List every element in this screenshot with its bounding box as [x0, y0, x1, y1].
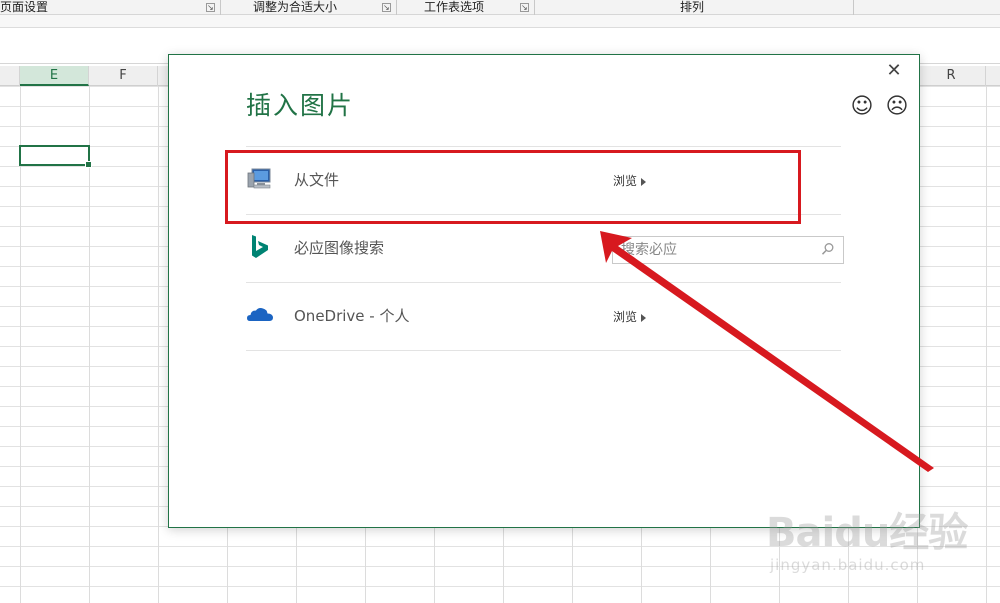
bing-search-row: 必应图像搜索 [246, 215, 844, 282]
selected-cell[interactable] [19, 145, 92, 168]
browse-link-text: 浏览 [613, 310, 638, 324]
bing-icon [252, 235, 268, 258]
ribbon-group-arrange: 排列 [680, 0, 705, 14]
annotation-highlight-box [225, 150, 801, 224]
baidu-logo: Baidu经验 [766, 510, 968, 556]
ribbon-separator [396, 0, 397, 15]
chevron-right-icon [641, 313, 647, 322]
ribbon-group-page-setup: 页面设置 [0, 0, 49, 14]
onedrive-label: OneDrive - 个人 [294, 307, 410, 325]
close-button[interactable]: ✕ [884, 61, 904, 81]
sheet-options-launcher-icon[interactable] [520, 3, 529, 12]
row-divider [246, 350, 841, 351]
onedrive-icon [247, 308, 273, 321]
ribbon-group-bar: 页面设置 调整为合适大小 工作表选项 排列 [0, 0, 1000, 15]
page-setup-launcher-icon[interactable] [206, 3, 215, 12]
baidu-watermark: Baidu经验 jingyan.baidu.com [766, 500, 996, 580]
column-header-r[interactable]: R [917, 66, 986, 86]
ribbon-separator [853, 0, 854, 15]
bing-search-box[interactable] [612, 236, 844, 264]
watermark-url: jingyan.baidu.com [770, 556, 926, 574]
bing-search-input[interactable] [613, 237, 813, 263]
ribbon-bottom-strip [0, 15, 1000, 28]
search-icon[interactable] [821, 242, 835, 256]
ribbon-group-scale-to-fit: 调整为合适大小 [253, 0, 338, 14]
onedrive-browse-link[interactable]: 浏览 [613, 308, 647, 325]
onedrive-row[interactable]: OneDrive - 个人 浏览 [246, 283, 841, 350]
column-header-d[interactable] [0, 66, 20, 86]
ribbon-separator [220, 0, 221, 15]
ribbon-separator [534, 0, 535, 15]
bing-search-label: 必应图像搜索 [294, 239, 385, 257]
dialog-title: 插入图片 [246, 91, 355, 120]
scale-to-fit-launcher-icon[interactable] [382, 3, 391, 12]
insert-picture-dialog: ✕ 插入图片 ☺ ☹ 从文件 浏览 必应图像搜索 搜索必应 OneDrive -… [168, 54, 920, 528]
column-header-e[interactable]: E [20, 66, 89, 86]
column-header-f[interactable]: F [89, 66, 158, 86]
send-smile-icon[interactable]: ☺ [850, 95, 874, 119]
send-frown-icon[interactable]: ☹ [885, 95, 909, 119]
ribbon-group-sheet-options: 工作表选项 [424, 0, 485, 14]
